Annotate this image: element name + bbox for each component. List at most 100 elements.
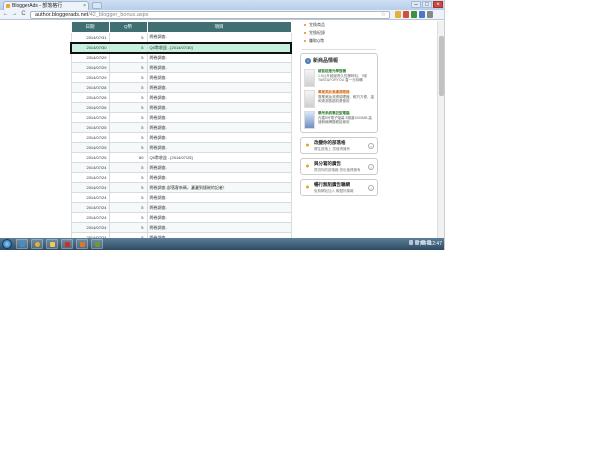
row-item: 問卷調查- bbox=[146, 112, 292, 123]
row-date: 2014/07/24 bbox=[70, 162, 110, 173]
start-button[interactable] bbox=[2, 239, 12, 249]
promo-title: 暢行無阻廣告聯網 bbox=[314, 182, 350, 187]
header-item[interactable]: 項目 bbox=[146, 21, 292, 33]
extension-icon[interactable] bbox=[395, 11, 401, 18]
table-row: 2014/07/24 5 問卷調查- bbox=[70, 192, 292, 203]
row-item: 問卷調查- bbox=[146, 92, 292, 103]
ad-network-icon: ● bbox=[305, 184, 310, 191]
row-item: 問卷調查- bbox=[146, 192, 292, 203]
row-q-amount: 5 bbox=[108, 122, 148, 133]
maximize-button[interactable]: □ bbox=[422, 1, 432, 8]
extension-icon[interactable] bbox=[411, 11, 417, 18]
row-q-amount: 60 bbox=[108, 152, 148, 163]
sidebar-link-earn-q[interactable]: 賺取Q幣 bbox=[300, 37, 378, 45]
arrow-right-icon[interactable]: › bbox=[368, 143, 374, 149]
extension-icon[interactable] bbox=[403, 11, 409, 18]
sidebar-link-redeem[interactable]: 兌換商品 bbox=[300, 21, 378, 29]
tab-strip: BloggerAds - 部落格行 × – □ × bbox=[0, 0, 444, 10]
extension-icon[interactable] bbox=[419, 11, 425, 18]
scrollbar-thumb[interactable] bbox=[439, 36, 444, 96]
row-item: 問卷調查- bbox=[146, 162, 292, 173]
browser-tab[interactable]: BloggerAds - 部落格行 × bbox=[3, 1, 89, 10]
row-date: 2014/07/28 bbox=[70, 92, 110, 103]
row-item: 問卷調查- bbox=[146, 122, 292, 133]
forward-button[interactable]: → bbox=[11, 11, 18, 18]
table-row: 2014/07/28 5 問卷調查- bbox=[70, 82, 292, 93]
promo-card[interactable]: ● 與分寫的廣告 提供你的部落格 您也值得擁有 › bbox=[300, 158, 378, 175]
row-item: 問卷調查-部落客來碼，灑灑到錢碗的記者！ bbox=[146, 182, 292, 193]
row-item: Q5幣收益 - [2014/07/30] bbox=[146, 41, 292, 54]
row-date: 2014/07/24 bbox=[70, 212, 110, 223]
taskbar-pdf-icon[interactable] bbox=[61, 239, 73, 249]
arrow-right-icon[interactable]: › bbox=[368, 164, 374, 170]
coin-icon: ● bbox=[305, 163, 310, 170]
product-item[interactable]: 專業美妝潔膚調理器 專業美妝潔膚調理器，輕巧方便，溫和清潔臉部肌膚使用 bbox=[304, 90, 374, 108]
row-item: 問卷調查- bbox=[146, 132, 292, 143]
product-image[interactable] bbox=[304, 69, 315, 87]
product-desc: 內建5吋電子螢幕 3頻道1000MB 高速無線網路輕鬆使用 bbox=[318, 115, 372, 125]
promo-card[interactable]: ● 暢行無阻廣告聯網 免費網站加入 聯盟好康報 › bbox=[300, 179, 378, 196]
browser-window: BloggerAds - 部落格行 × – □ × ← → C author.b… bbox=[0, 0, 445, 250]
bookmark-star-icon[interactable]: ☆ bbox=[381, 12, 386, 19]
wrench-menu-icon[interactable] bbox=[427, 11, 433, 18]
table-row: 2014/07/29 5 問卷調查- bbox=[70, 72, 292, 83]
table-row: 2014/07/26 5 問卷調查- bbox=[70, 102, 292, 113]
promo-card[interactable]: ● 改變你的部落格 嚮往部落上 您值得擁有 › bbox=[300, 137, 378, 154]
product-item[interactable]: 懸吊系統筆記型電腦 內建5吋電子螢幕 3頻道1000MB 高速無線網路輕鬆使用 bbox=[304, 111, 374, 129]
taskbar-app-icon[interactable] bbox=[91, 239, 103, 249]
sidebar-link-redeem-history[interactable]: 兌換紀錄 bbox=[300, 29, 378, 37]
extension-icons bbox=[395, 11, 433, 18]
row-date: 2014/07/25 bbox=[70, 132, 110, 143]
taskbar-app-icon[interactable] bbox=[76, 239, 88, 249]
arrow-right-icon[interactable]: › bbox=[368, 185, 374, 191]
product-desc: 專業美妝潔膚調理器，輕巧方便，溫和清潔臉部肌膚使用 bbox=[318, 94, 374, 104]
new-tab-button[interactable] bbox=[92, 2, 102, 9]
new-products-title: i 新商品情報 bbox=[304, 56, 374, 66]
table-body: 2014/07/31 5 問卷調查- 2014/07/30 5 Q5幣收益 - [2014… bbox=[70, 32, 292, 238]
row-date: 2014/07/31 bbox=[70, 32, 110, 43]
url-path: /42_blogger_bonus.aspx bbox=[88, 12, 149, 18]
clock[interactable]: 下午 12:47 bbox=[418, 240, 442, 247]
product-item[interactable]: 極智超連光學鼓機 1.5公升超級長久的攪碎料，7個TAKE&FORYOU 直一元特… bbox=[304, 69, 374, 87]
lightbulb-icon: ● bbox=[305, 142, 310, 149]
close-window-button[interactable]: × bbox=[433, 1, 443, 8]
row-q-amount: 5 bbox=[108, 82, 148, 93]
product-image[interactable] bbox=[304, 111, 315, 129]
row-date: 2014/07/28 bbox=[70, 82, 110, 93]
back-button[interactable]: ← bbox=[2, 11, 9, 18]
taskbar-ie-icon[interactable] bbox=[16, 239, 28, 249]
taskbar-chrome-icon[interactable] bbox=[31, 239, 43, 249]
row-q-amount: 5 bbox=[108, 62, 148, 73]
product-image[interactable] bbox=[304, 90, 315, 108]
taskbar-folder-icon[interactable] bbox=[46, 239, 58, 249]
table-row: 2014/07/29 5 問卷調查- bbox=[70, 52, 292, 63]
row-q-amount: 5 bbox=[108, 41, 148, 54]
minimize-button[interactable]: – bbox=[411, 1, 421, 8]
table-row: 2014/07/24 5 問卷調查- bbox=[70, 222, 292, 233]
row-q-amount: 5 bbox=[108, 132, 148, 143]
row-item: 問卷調查- bbox=[146, 52, 292, 63]
reload-button[interactable]: C bbox=[20, 11, 27, 18]
row-item: 問卷調查- bbox=[146, 102, 292, 113]
tray-icon[interactable] bbox=[409, 240, 413, 245]
table-row: 2014/07/29 5 問卷調查- bbox=[70, 62, 292, 73]
info-icon: i bbox=[305, 58, 311, 64]
row-item: 問卷調查- bbox=[146, 62, 292, 73]
header-date[interactable]: 日期 bbox=[70, 21, 110, 33]
header-q[interactable]: Q幣 bbox=[108, 21, 148, 33]
sidebar: 兌換商品 兌換紀錄 賺取Q幣 i 新商品情報 極智超連光學鼓機 1.5公升超級長久… bbox=[300, 21, 378, 196]
row-item: Q5幣收益 - [2014/07/25] bbox=[146, 152, 292, 163]
row-q-amount: 5 bbox=[108, 72, 148, 83]
row-q-amount: 5 bbox=[108, 202, 148, 213]
browser-toolbar: ← → C author.bloggerads.net/42_blogger_b… bbox=[0, 10, 444, 20]
row-q-amount: 5 bbox=[108, 102, 148, 113]
row-q-amount: 5 bbox=[108, 162, 148, 173]
taskbar: 下午 12:47 bbox=[0, 238, 444, 250]
row-item: 問卷調查- bbox=[146, 212, 292, 223]
row-date: 2014/07/24 bbox=[70, 192, 110, 203]
vertical-scrollbar[interactable] bbox=[437, 21, 444, 238]
table-row: 2014/07/24 5 問卷調查- bbox=[70, 212, 292, 223]
address-bar[interactable]: author.bloggerads.net/42_blogger_bonus.a… bbox=[30, 11, 390, 19]
row-date: 2014/07/30 bbox=[70, 41, 110, 54]
tab-close-icon[interactable]: × bbox=[83, 2, 86, 10]
